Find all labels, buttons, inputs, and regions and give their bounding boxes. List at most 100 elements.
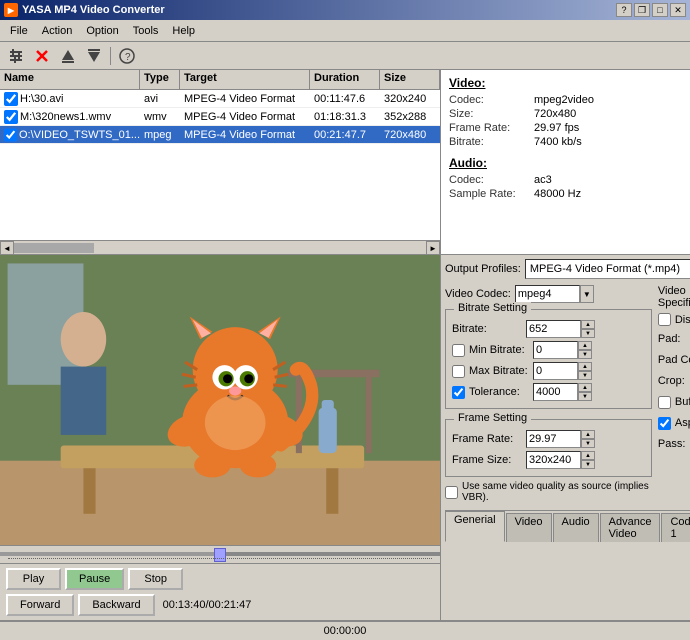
file-checkbox-1[interactable] <box>4 110 18 124</box>
audio-codec-label: Codec: <box>449 174 534 186</box>
max-bitrate-input[interactable] <box>533 362 578 380</box>
table-row[interactable]: O:\VIDEO_TSWTS_01... mpeg MPEG-4 Video F… <box>0 126 440 144</box>
tab-generial[interactable]: Generial <box>445 511 505 542</box>
table-row[interactable]: M:\320news1.wmv wmv MPEG-4 Video Format … <box>0 108 440 126</box>
codec-value: mpeg2video <box>534 94 594 106</box>
tab-video[interactable]: Video <box>506 513 552 542</box>
frame-rate-spinner[interactable]: ▲ ▼ <box>526 430 595 448</box>
h-scroll-thumb[interactable] <box>14 243 94 253</box>
disable-video-checkbox[interactable] <box>658 313 671 326</box>
seek-bar[interactable] <box>0 545 440 563</box>
toolbar-move-up-button[interactable] <box>56 45 80 67</box>
pause-button[interactable]: Pause <box>65 568 124 590</box>
forward-button[interactable]: Forward <box>6 594 74 616</box>
seek-thumb[interactable] <box>214 548 226 562</box>
video-codec-label: Video Codec: <box>445 288 511 300</box>
min-bitrate-spinner[interactable]: ▲ ▼ <box>533 341 592 359</box>
tolerance-input[interactable] <box>533 383 578 401</box>
min-bitrate-label: Min Bitrate: <box>469 344 529 356</box>
video-codec-value[interactable]: mpeg4 <box>515 285 580 303</box>
video-codec-row: Video Codec: mpeg4 ▼ <box>445 285 652 303</box>
aspect-checkbox[interactable] <box>658 417 671 430</box>
min-bitrate-spin-down[interactable]: ▼ <box>578 350 592 359</box>
output-profiles-value[interactable]: MPEG-4 Video Format (*.mp4) <box>525 259 690 279</box>
tab-audio[interactable]: Audio <box>553 513 599 542</box>
buffer-size-label: Buffer Size: <box>675 396 690 408</box>
bitrate-label: Bitrate: <box>449 136 534 148</box>
info-size-row: Size: 720x480 <box>449 108 690 120</box>
video-codec-dropdown[interactable]: ▼ <box>580 285 594 303</box>
menu-help[interactable]: Help <box>166 23 201 39</box>
move-up-icon <box>60 48 76 64</box>
tolerance-spin-buttons[interactable]: ▲ ▼ <box>578 383 592 401</box>
bitrate-spin-buttons[interactable]: ▲ ▼ <box>581 320 595 338</box>
tolerance-spinner[interactable]: ▲ ▼ <box>533 383 592 401</box>
tab-codec1[interactable]: Codec 1 <box>661 513 690 542</box>
bitrate-spin-down[interactable]: ▼ <box>581 329 595 338</box>
menu-file[interactable]: File <box>4 23 34 39</box>
max-bitrate-spin-down[interactable]: ▼ <box>578 371 592 380</box>
maximize-button[interactable]: □ <box>652 3 668 17</box>
min-bitrate-input[interactable] <box>533 341 578 359</box>
max-bitrate-spin-buttons[interactable]: ▲ ▼ <box>578 362 592 380</box>
scroll-left-arrow[interactable]: ◄ <box>0 241 14 255</box>
video-spec-label: Video Specification: <box>658 285 690 309</box>
frame-rate-spin-down[interactable]: ▼ <box>581 439 595 448</box>
title-bar-buttons: ? ❐ □ ✕ <box>616 3 686 17</box>
bitrate-spinner[interactable]: ▲ ▼ <box>526 320 595 338</box>
max-bitrate-spinner[interactable]: ▲ ▼ <box>533 362 592 380</box>
file-checkbox-0[interactable] <box>4 92 18 106</box>
pad-color-row: Pad Color: clBlack ▼ <box>658 351 690 369</box>
tolerance-checkbox[interactable] <box>452 386 465 399</box>
min-bitrate-spin-up[interactable]: ▲ <box>578 341 592 350</box>
tolerance-row: Tolerance: ▲ ▼ <box>452 383 645 401</box>
file-list-hscrollbar[interactable]: ◄ ► <box>0 240 440 254</box>
file-name-2: O:\VIDEO_TSWTS_01... <box>19 129 140 141</box>
output-profiles-combo[interactable]: MPEG-4 Video Format (*.mp4) ▼ <box>525 259 690 279</box>
vbr-checkbox[interactable] <box>445 486 458 499</box>
scroll-right-arrow[interactable]: ► <box>426 241 440 255</box>
file-checkbox-2[interactable] <box>4 128 17 142</box>
menu-action[interactable]: Action <box>36 23 79 39</box>
backward-button[interactable]: Backward <box>78 594 154 616</box>
close-button[interactable]: ✕ <box>670 3 686 17</box>
frame-size-label: Frame Size: <box>452 454 522 466</box>
min-bitrate-spin-buttons[interactable]: ▲ ▼ <box>578 341 592 359</box>
tolerance-spin-down[interactable]: ▼ <box>578 392 592 401</box>
menu-tools[interactable]: Tools <box>127 23 165 39</box>
toolbar-info-button[interactable]: ? <box>115 45 139 67</box>
frame-size-spin-down[interactable]: ▼ <box>581 460 595 469</box>
bitrate-spin-up[interactable]: ▲ <box>581 320 595 329</box>
frame-rate-input[interactable] <box>526 430 581 448</box>
min-bitrate-checkbox[interactable] <box>452 344 465 357</box>
frame-size-spin-buttons[interactable]: ▲ ▼ <box>581 451 595 469</box>
audio-sample-row: Sample Rate: 48000 Hz <box>449 188 690 200</box>
menu-option[interactable]: Option <box>80 23 124 39</box>
frame-rate-spin-buttons[interactable]: ▲ ▼ <box>581 430 595 448</box>
toolbar-settings-button[interactable] <box>4 45 28 67</box>
frame-size-input[interactable] <box>526 451 581 469</box>
toolbar-move-down-button[interactable] <box>82 45 106 67</box>
play-button[interactable]: Play <box>6 568 61 590</box>
toolbar-delete-button[interactable] <box>30 45 54 67</box>
max-bitrate-spin-up[interactable]: ▲ <box>578 362 592 371</box>
h-scroll-track[interactable] <box>14 243 426 253</box>
file-list-body[interactable]: H:\30.avi avi MPEG-4 Video Format 00:11:… <box>0 90 440 240</box>
tolerance-spin-up[interactable]: ▲ <box>578 383 592 392</box>
max-bitrate-checkbox[interactable] <box>452 365 465 378</box>
stop-button[interactable]: Stop <box>128 568 183 590</box>
tabs-container: Generial Video Audio Advance Video Codec… <box>445 510 690 542</box>
minimize-button[interactable]: ? <box>616 3 632 17</box>
video-codec-combo[interactable]: mpeg4 ▼ <box>515 285 594 303</box>
tab-advance-video[interactable]: Advance Video <box>600 513 661 542</box>
crop-row: Crop: □ <box>658 372 690 390</box>
bitrate-input[interactable] <box>526 320 581 338</box>
settings-icon <box>8 48 24 64</box>
video-spec-row: Video Specification: ▼ <box>658 285 690 309</box>
frame-size-spin-up[interactable]: ▲ <box>581 451 595 460</box>
table-row[interactable]: H:\30.avi avi MPEG-4 Video Format 00:11:… <box>0 90 440 108</box>
restore-button[interactable]: ❐ <box>634 3 650 17</box>
frame-size-spinner[interactable]: ▲ ▼ <box>526 451 595 469</box>
frame-rate-spin-up[interactable]: ▲ <box>581 430 595 439</box>
buffer-size-checkbox[interactable] <box>658 396 671 409</box>
